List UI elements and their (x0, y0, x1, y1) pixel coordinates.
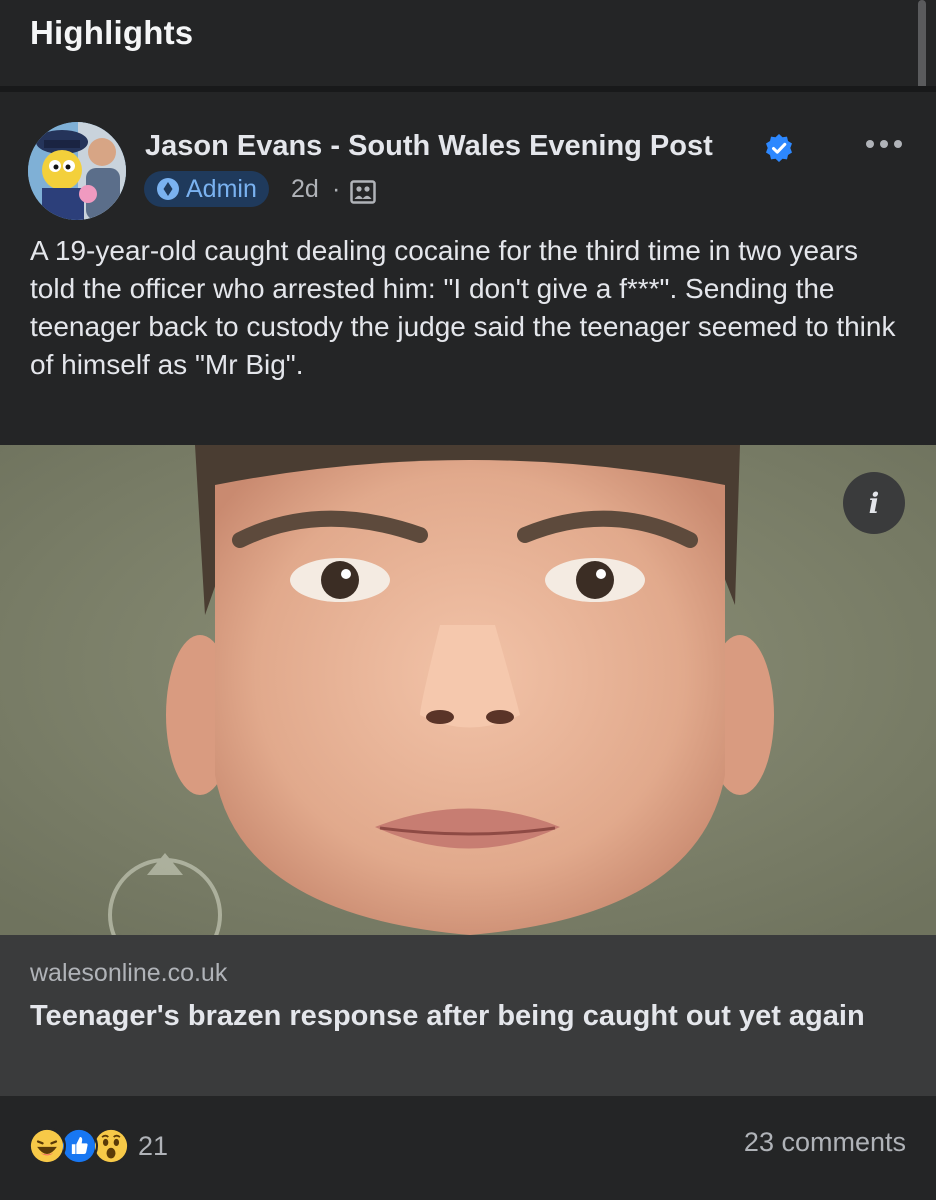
reactions-summary[interactable]: 21 (28, 1126, 168, 1166)
admin-label: Admin (186, 174, 257, 203)
post-card: Jason Evans - South Wales Evening Post A… (0, 92, 936, 1200)
post-footer: 21 23 comments (0, 1096, 936, 1200)
link-preview-image[interactable] (0, 445, 936, 935)
avatar[interactable] (28, 122, 126, 220)
post-timestamp[interactable]: 2d (291, 175, 319, 204)
author-name[interactable]: Jason Evans - South Wales Evening Post (145, 130, 713, 163)
more-dot (894, 140, 902, 148)
link-title: Teenager's brazen response after being c… (30, 1000, 865, 1032)
mugshot-photo (0, 445, 936, 935)
link-preview-card[interactable]: walesonline.co.uk Teenager's brazen resp… (0, 935, 936, 1096)
scrollbar-thumb[interactable] (918, 0, 926, 96)
reaction-count: 21 (138, 1130, 169, 1161)
shield-star-icon (157, 178, 179, 200)
more-dot (880, 140, 888, 148)
separator: · (332, 175, 341, 203)
link-domain: walesonline.co.uk (30, 959, 228, 987)
info-button[interactable]: i (843, 472, 905, 534)
laugh-reaction-icon (28, 1127, 66, 1165)
top-bar: Highlights (0, 0, 936, 96)
admin-badge: Admin (144, 171, 269, 207)
comments-count-link[interactable]: 23 comments (744, 1127, 906, 1158)
page-title: Highlights (30, 14, 194, 51)
verified-badge-icon (766, 134, 792, 162)
avatar-image (28, 122, 126, 220)
post-body-text: A 19-year-old caught dealing cocaine for… (30, 235, 896, 380)
group-photo-icon (350, 180, 376, 204)
more-options-button[interactable] (858, 130, 910, 158)
more-dot (866, 140, 874, 148)
info-icon: i (868, 486, 880, 520)
